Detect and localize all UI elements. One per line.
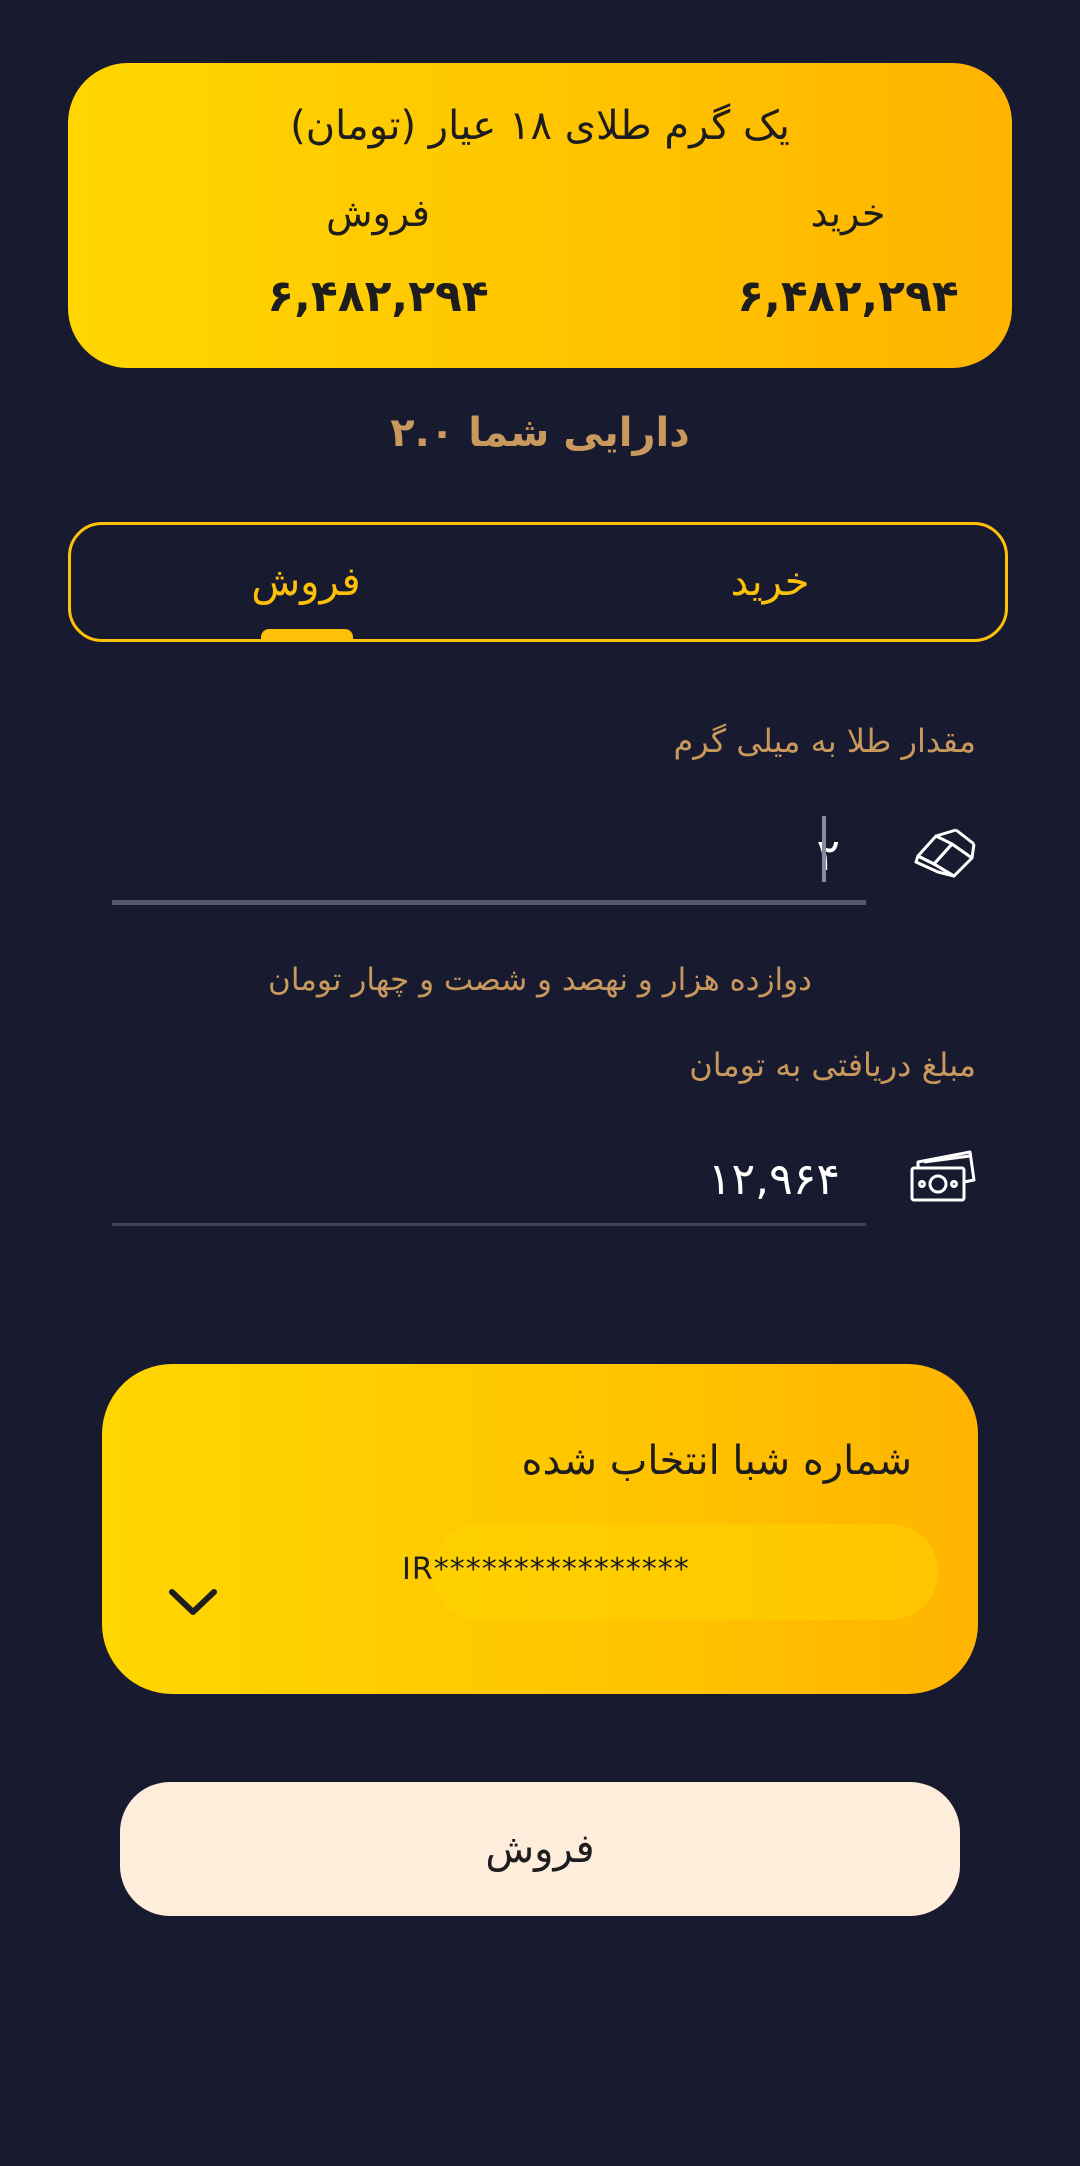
price-card-title: یک گرم طلای ۱۸ عیار (تومان) (290, 103, 790, 149)
gold-amount-label: مقدار طلا به میلی گرم (673, 722, 976, 760)
received-amount-label: مبلغ دریافتی به تومان (689, 1046, 976, 1084)
buy-price-column: خرید ۶,۴۸۲,۲۹۴ (698, 191, 998, 322)
gold-amount-field[interactable] (112, 810, 866, 905)
chevron-down-icon[interactable] (166, 1582, 220, 1622)
sell-price-value: ۶,۴۸۲,۲۹۴ (267, 271, 489, 322)
buy-price-label: خرید (810, 191, 886, 235)
tab-buy[interactable]: خرید (535, 525, 1005, 639)
selected-iban-dropdown[interactable]: شماره شبا انتخاب شده IR**************** (102, 1364, 978, 1694)
tab-sell[interactable]: فروش (71, 525, 541, 639)
buy-price-value: ۶,۴۸۲,۲۹۴ (737, 271, 959, 322)
gold-price-card: یک گرم طلای ۱۸ عیار (تومان) خرید ۶,۴۸۲,۲… (68, 63, 1012, 368)
text-caret (822, 816, 826, 882)
balance-text: دارایی شما ۲.۰ (390, 410, 690, 456)
received-amount-input[interactable] (112, 1135, 866, 1223)
iban-number: IR**************** (402, 1552, 690, 1587)
received-amount-field[interactable] (112, 1135, 866, 1226)
iban-title: شماره شبا انتخاب شده (521, 1438, 912, 1484)
sell-price-label: فروش (326, 191, 430, 235)
gold-bar-icon (914, 828, 976, 878)
sell-price-column: فروش ۶,۴۸۲,۲۹۴ (228, 191, 528, 322)
selected-tab-indicator (261, 629, 353, 641)
gold-amount-input[interactable] (112, 810, 866, 900)
trade-tabs: خرید فروش (68, 522, 1008, 642)
cash-icon (910, 1150, 976, 1202)
sell-submit-button[interactable]: فروش (120, 1782, 960, 1916)
amount-in-words: دوازده هزار و نهصد و شصت و چهار تومان (268, 962, 812, 998)
